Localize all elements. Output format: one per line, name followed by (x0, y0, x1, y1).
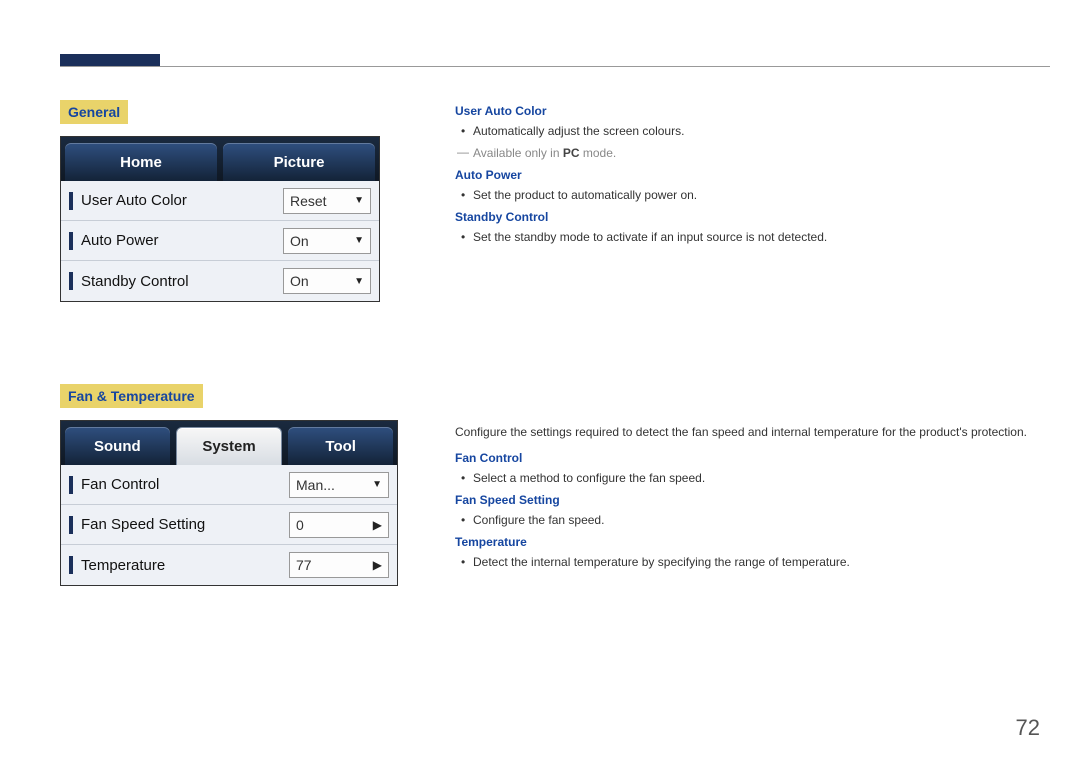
row-auto-power: Auto Power On ▼ (61, 221, 379, 261)
tab-system[interactable]: System (176, 427, 283, 465)
mock-general: Home Picture User Auto Color Reset ▼ Aut… (60, 136, 380, 302)
note-prefix: Available only in (473, 146, 563, 160)
mock-general-list: User Auto Color Reset ▼ Auto Power On ▼ (61, 181, 379, 301)
row-label: User Auto Color (81, 192, 283, 209)
heading-auto-power: Auto Power (455, 168, 1035, 182)
mock-fan-temp-list: Fan Control Man... ▼ Fan Speed Setting 0… (61, 465, 397, 585)
row-tick-icon (69, 516, 73, 534)
tab-sound[interactable]: Sound (65, 427, 170, 465)
fan-speed-spinner[interactable]: 0 ▶ (289, 512, 389, 538)
row-label: Standby Control (81, 273, 283, 290)
header-accent-bar (60, 54, 160, 66)
spinner-value: 77 (296, 557, 373, 573)
row-label: Auto Power (81, 232, 283, 249)
section-general: General Home Picture User Auto Color Res… (60, 100, 400, 302)
bullet-text: Set the standby mode to activate if an i… (473, 228, 1035, 246)
fan-control-dropdown[interactable]: Man... ▼ (289, 472, 389, 498)
row-temperature: Temperature 77 ▶ (61, 545, 397, 585)
chevron-down-icon: ▼ (372, 479, 382, 490)
dropdown-value: Reset (290, 193, 354, 209)
row-tick-icon (69, 192, 73, 210)
chevron-down-icon: ▼ (354, 235, 364, 246)
row-tick-icon (69, 232, 73, 250)
dropdown-value: On (290, 233, 354, 249)
dropdown-value: Man... (296, 477, 372, 493)
tab-tool[interactable]: Tool (288, 427, 393, 465)
user-auto-color-dropdown[interactable]: Reset ▼ (283, 188, 371, 214)
chevron-right-icon: ▶ (373, 558, 382, 572)
note-suffix: mode. (580, 146, 617, 160)
section-title-fan-temp: Fan & Temperature (60, 384, 203, 408)
auto-power-dropdown[interactable]: On ▼ (283, 228, 371, 254)
section-fan-temp: Fan & Temperature Sound System Tool Fan … (60, 384, 400, 586)
bullet-text: Set the product to automatically power o… (473, 186, 1035, 204)
temperature-spinner[interactable]: 77 ▶ (289, 552, 389, 578)
row-tick-icon (69, 272, 73, 290)
bullet-text: Select a method to configure the fan spe… (473, 469, 1035, 487)
desc-general: User Auto Color Automatically adjust the… (455, 104, 1035, 246)
tab-picture[interactable]: Picture (223, 143, 375, 181)
row-fan-control: Fan Control Man... ▼ (61, 465, 397, 505)
row-label: Fan Control (81, 476, 289, 493)
chevron-down-icon: ▼ (354, 195, 364, 206)
mock-fan-temp-tabs: Sound System Tool (61, 421, 397, 465)
note-bold: PC (563, 146, 580, 160)
heading-standby-control: Standby Control (455, 210, 1035, 224)
row-standby-control: Standby Control On ▼ (61, 261, 379, 301)
mock-general-tabs: Home Picture (61, 137, 379, 181)
bullet-text: Detect the internal temperature by speci… (473, 553, 1035, 571)
standby-control-dropdown[interactable]: On ▼ (283, 268, 371, 294)
header-rule (60, 66, 1050, 67)
chevron-right-icon: ▶ (373, 518, 382, 532)
left-column: General Home Picture User Auto Color Res… (60, 100, 400, 626)
desc-fan-temp: Configure the settings required to detec… (455, 423, 1035, 571)
row-label: Fan Speed Setting (81, 516, 289, 533)
right-column: User Auto Color Automatically adjust the… (455, 100, 1035, 577)
heading-temperature: Temperature (455, 535, 1035, 549)
row-user-auto-color: User Auto Color Reset ▼ (61, 181, 379, 221)
bullet-text: Automatically adjust the screen colours. (473, 122, 1035, 140)
intro-text: Configure the settings required to detec… (455, 423, 1035, 441)
tab-home[interactable]: Home (65, 143, 217, 181)
dropdown-value: On (290, 273, 354, 289)
page-number: 72 (1016, 715, 1040, 741)
mock-fan-temp: Sound System Tool Fan Control Man... ▼ F… (60, 420, 398, 586)
spinner-value: 0 (296, 517, 373, 533)
section-title-general: General (60, 100, 128, 124)
chevron-down-icon: ▼ (354, 276, 364, 287)
row-tick-icon (69, 476, 73, 494)
heading-fan-control: Fan Control (455, 451, 1035, 465)
heading-user-auto-color: User Auto Color (455, 104, 1035, 118)
row-tick-icon (69, 556, 73, 574)
bullet-text: Configure the fan speed. (473, 511, 1035, 529)
heading-fan-speed-setting: Fan Speed Setting (455, 493, 1035, 507)
row-label: Temperature (81, 557, 289, 574)
note-text: Available only in PC mode. (473, 146, 1035, 160)
row-fan-speed-setting: Fan Speed Setting 0 ▶ (61, 505, 397, 545)
